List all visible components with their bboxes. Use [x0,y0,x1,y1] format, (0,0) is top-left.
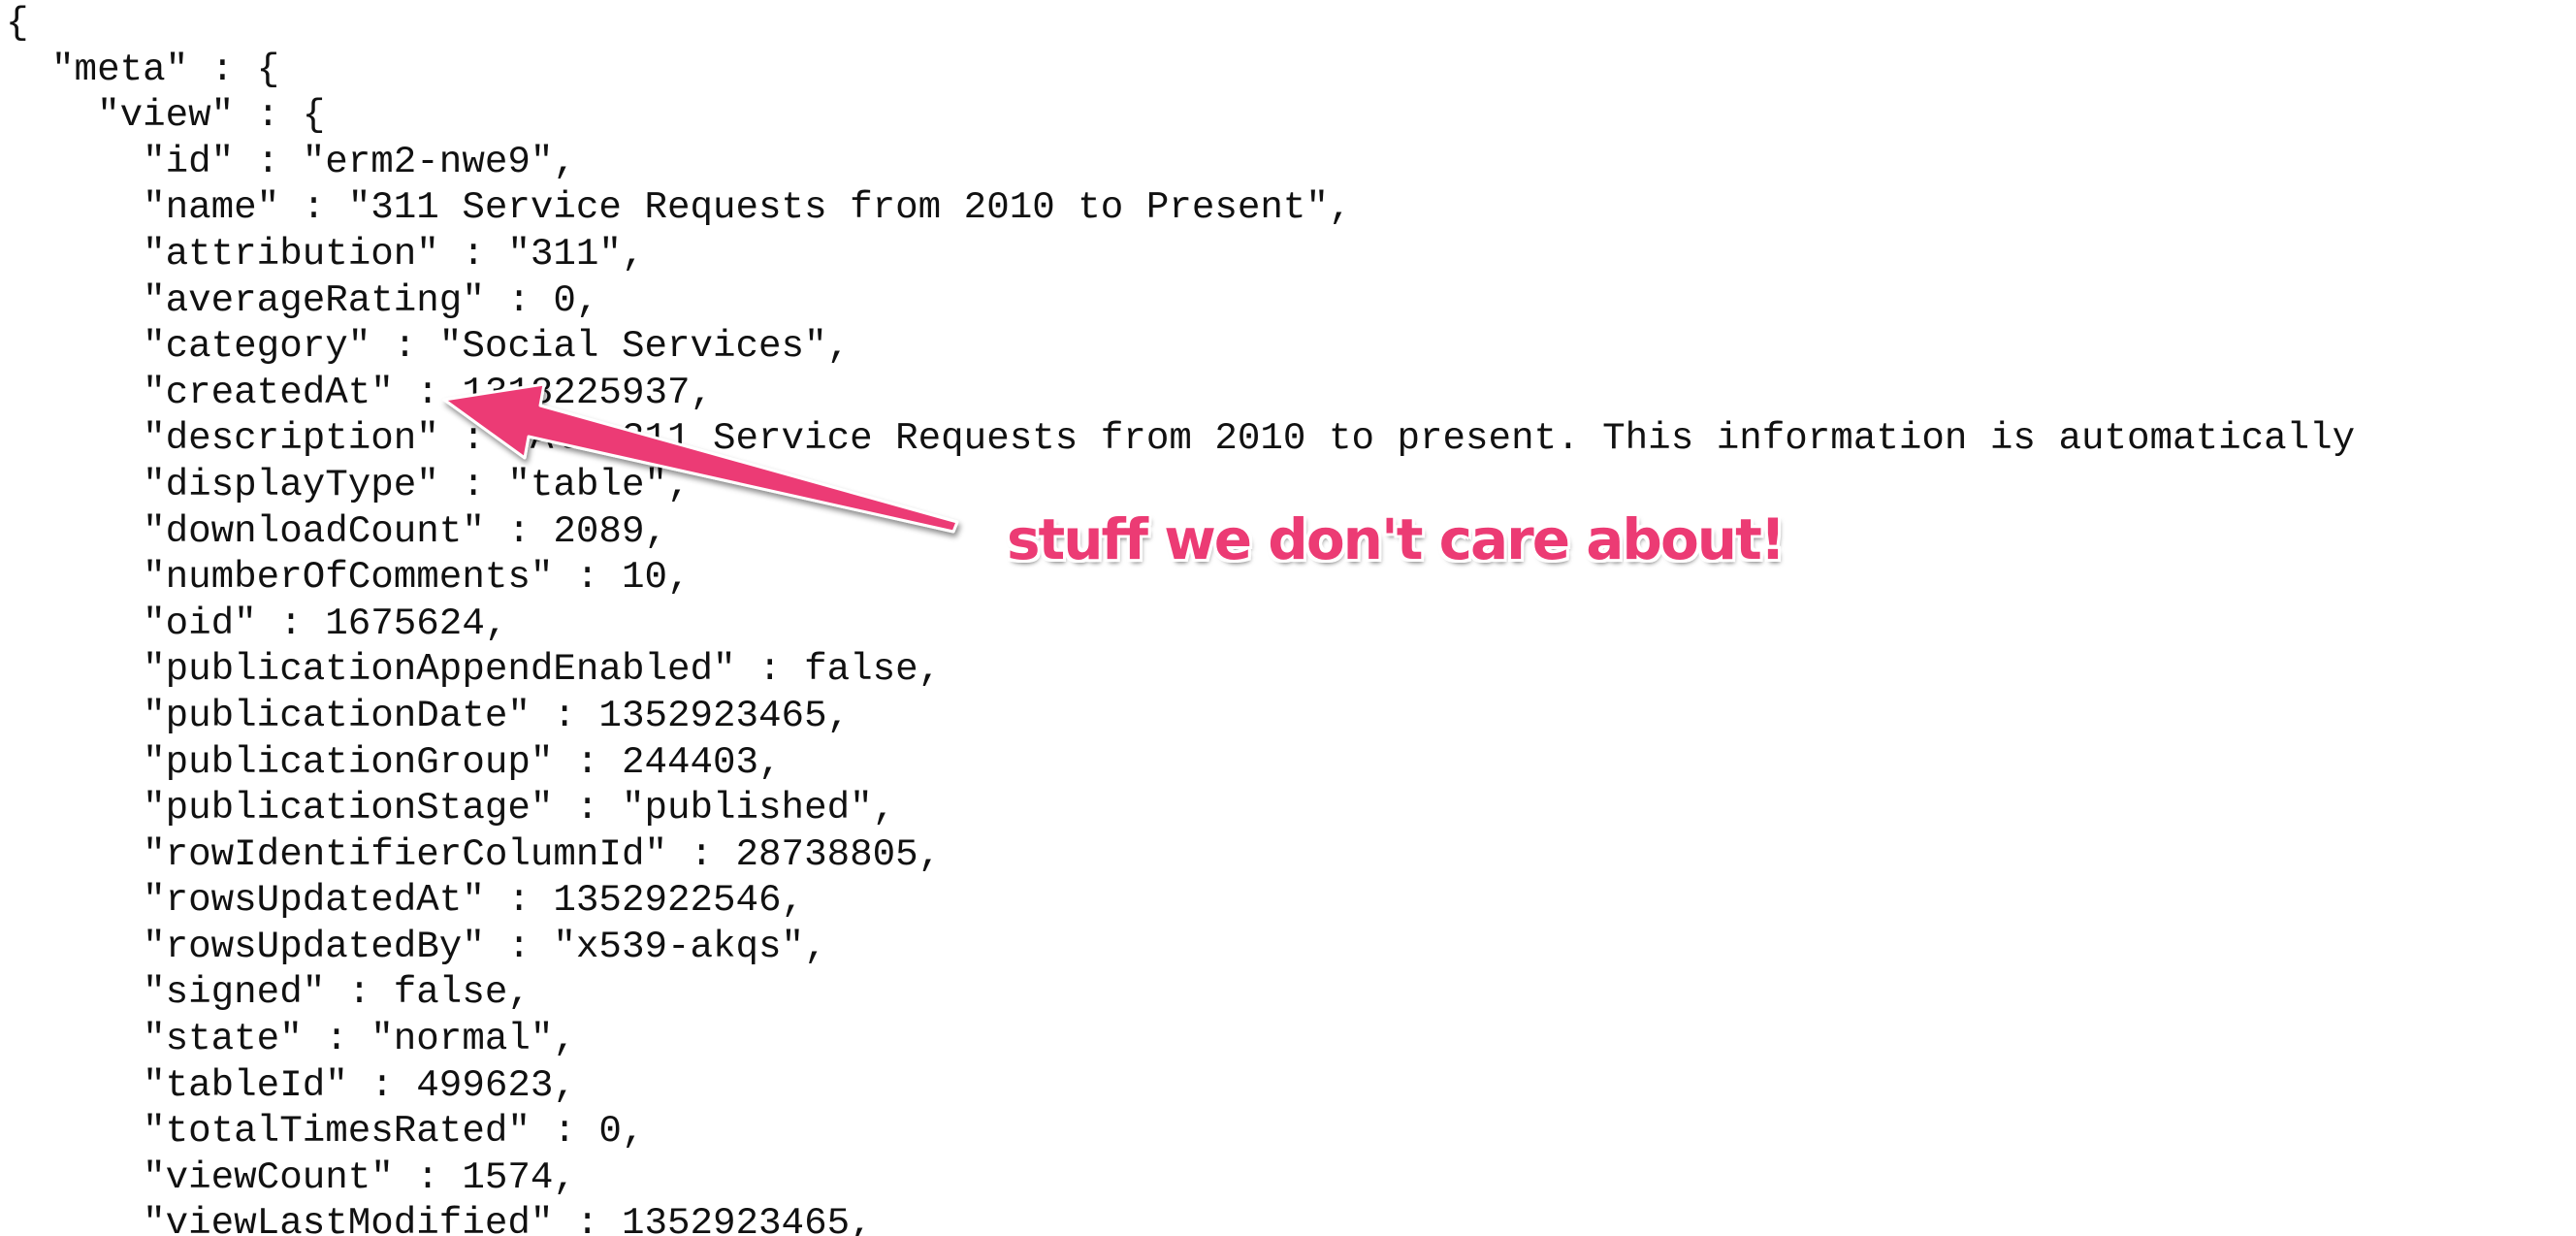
json-line: "rowsUpdatedAt" : 1352922546, [6,878,805,923]
json-line: "category" : "Social Services", [6,324,851,369]
json-code-block: { "meta" : { "view" : { "id" : "erm2-nwe… [6,0,2355,1236]
json-line: "createdAt" : 1318225937, [6,370,714,414]
json-line: "meta" : { [6,47,280,91]
json-viewer: { "meta" : { "view" : { "id" : "erm2-nwe… [0,0,2576,1236]
json-line: "publicationAppendEnabled" : false, [6,647,942,692]
json-line: "publicationStage" : "published", [6,786,896,830]
json-line: "name" : "311 Service Requests from 2010… [6,185,1352,230]
annotation-callout: stuff we don't care about! [1007,506,1786,572]
json-line: "signed" : false, [6,970,531,1015]
json-line: "tableId" : 499623, [6,1062,576,1107]
json-line: "attribution" : "311", [6,231,645,276]
json-line: { [6,1,29,45]
json-line: "rowIdentifierColumnId" : 28738805, [6,831,942,876]
json-line: "averageRating" : 0, [6,277,599,322]
json-line: "state" : "normal", [6,1017,576,1061]
json-line: "description" : "All 311 Service Request… [6,416,2356,461]
json-line: "oid" : 1675624, [6,601,508,645]
json-line: "id" : "erm2-nwe9", [6,139,576,183]
json-line: "totalTimesRated" : 0, [6,1109,645,1154]
json-line: "viewLastModified" : 1352923465, [6,1201,873,1236]
json-line: "viewCount" : 1574, [6,1155,576,1199]
json-line: "rowsUpdatedBy" : "x539-akqs", [6,924,827,968]
json-line: "publicationGroup" : 244403, [6,739,782,784]
json-line: "displayType" : "table", [6,462,691,506]
json-line: "publicationDate" : 1352923465, [6,693,851,737]
json-line: "view" : { [6,93,326,138]
